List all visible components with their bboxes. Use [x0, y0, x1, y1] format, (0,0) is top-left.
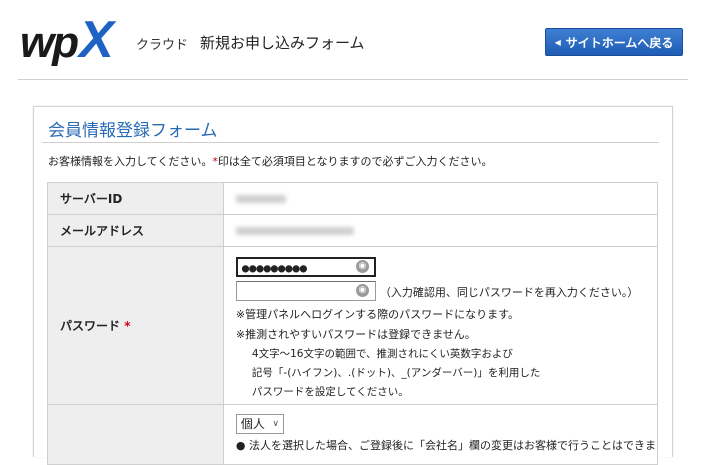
password-confirm-row: ◉ （入力確認用、同じパスワードを再入力ください。） — [235, 281, 656, 305]
notice-text-before: お客様情報を入力してください。 — [48, 155, 213, 168]
password-confirm-input[interactable] — [235, 281, 376, 301]
account-type-select[interactable]: 個人 ∨ — [235, 414, 284, 434]
wpx-logo[interactable]: wp X — [20, 14, 114, 66]
title-divider — [42, 142, 659, 143]
back-button-label: サイトホームへ戻る — [565, 35, 674, 50]
password-rule-3: パスワードを設定してください。 — [251, 386, 409, 398]
chevron-down-icon: ∨ — [272, 419, 279, 429]
password-required-mark: * — [124, 319, 131, 333]
logo-x-text: X — [79, 11, 114, 69]
password-input-row: ●●●●●●●●● ◉ — [235, 257, 656, 281]
back-to-site-home-button[interactable]: ◀ サイトホームへ戻る — [545, 28, 683, 56]
password-note-2: ※推測されやすいパスワードは登録できません。 — [235, 328, 476, 341]
row-email: メールアドレス — [47, 214, 659, 247]
corporate-note: ● 法人を選択した場合、ご登録後に「会社名」欄の変更はお客様で行うことはできま — [235, 439, 656, 452]
account-type-label — [47, 404, 224, 465]
page-title: 新規お申し込みフォーム — [200, 34, 365, 52]
row-password: パスワード * ●●●●●●●●● ◉ ◉ （入力確認用、同じパスワードを再入力… — [47, 246, 659, 405]
email-label: メールアドレス — [47, 214, 224, 247]
logo-wp-text: wp — [20, 18, 79, 67]
password-confirm-hint: （入力確認用、同じパスワードを再入力ください。） — [379, 286, 639, 299]
server-id-value — [222, 182, 659, 215]
password-rule-1: 4文字～16文字の範囲で、推測されにくい英数字および — [251, 348, 513, 360]
form-title: 会員情報登録フォーム — [48, 121, 218, 141]
member-info-table: サーバーID メールアドレス パスワード * ●●●●●●●●● ◉ ◉ （入力… — [47, 182, 659, 465]
form-notice: お客様情報を入力してください。*印は全て必須項目となりますので必ずご入力ください… — [48, 153, 493, 169]
account-type-value: 個人 ∨ ● 法人を選択した場合、ご登録後に「会社名」欄の変更はお客様で行うこと… — [222, 404, 659, 465]
redacted-server-id — [235, 195, 286, 203]
row-server-id: サーバーID — [47, 182, 659, 215]
password-label: パスワード * — [47, 246, 224, 405]
password-input[interactable]: ●●●●●●●●● — [235, 257, 376, 277]
password-label-text: パスワード — [60, 319, 121, 333]
header: wp X クラウド 新規お申し込みフォーム ◀ サイトホームへ戻る — [0, 0, 704, 80]
server-id-label: サーバーID — [47, 182, 224, 215]
account-type-selected: 個人 — [240, 417, 265, 431]
password-manager-icon[interactable]: ◉ — [355, 284, 369, 297]
service-name: クラウド — [136, 38, 189, 53]
row-account-type: 個人 ∨ ● 法人を選択した場合、ご登録後に「会社名」欄の変更はお客様で行うこと… — [47, 404, 659, 465]
header-divider — [18, 79, 688, 80]
password-value: ●●●●●●●●● ◉ ◉ （入力確認用、同じパスワードを再入力ください。） ※… — [222, 246, 659, 405]
triangle-left-icon: ◀ — [554, 37, 561, 47]
password-manager-icon[interactable]: ◉ — [355, 260, 369, 273]
email-value — [222, 214, 659, 247]
notice-text-after: 印は全て必須項目となりますので必ずご入力ください。 — [217, 155, 493, 168]
password-note-1: ※管理パネルへログインする際のパスワードになります。 — [235, 308, 520, 321]
password-rule-2: 記号「-(ハイフン)、.(ドット)、_(アンダーバー)」を利用した — [251, 367, 541, 379]
redacted-email — [235, 227, 354, 235]
